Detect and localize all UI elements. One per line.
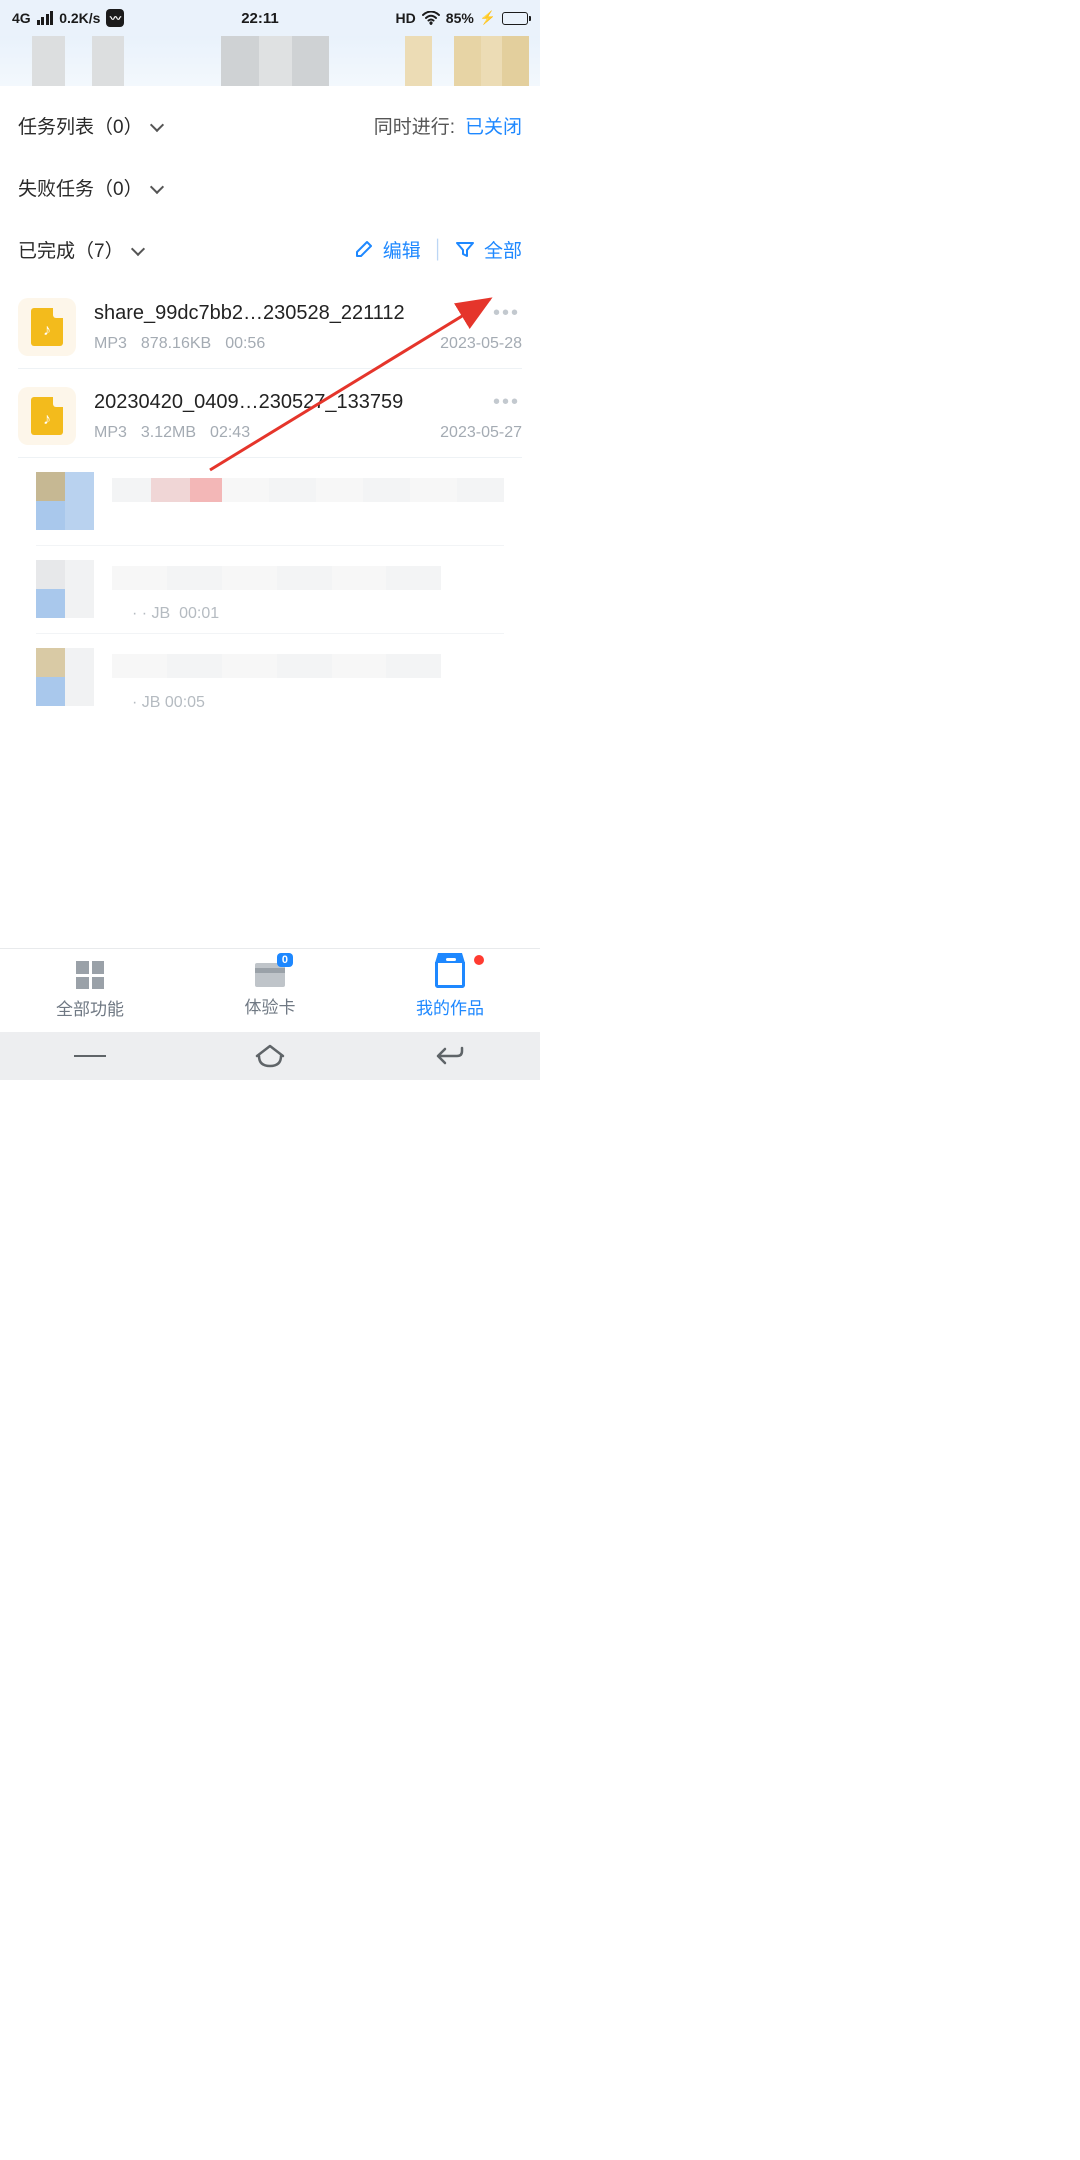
tab-my-works[interactable]: 我的作品 — [360, 949, 540, 1032]
network-type: 4G — [12, 10, 31, 26]
battery-icon — [502, 12, 528, 25]
hd-label: HD — [396, 10, 416, 26]
wifi-icon — [422, 11, 440, 25]
completed-file-list: share_99dc7bb2…230528_221112 MP3 878.16K… — [0, 280, 540, 722]
file-name: 20230420_0409…230527_133759 — [94, 391, 522, 414]
chevron-down-icon — [149, 182, 165, 192]
redacted-file-item: · · JB 00:01 — [36, 546, 504, 634]
file-size: 3.12MB — [141, 424, 196, 442]
nav-back-button[interactable] — [434, 1044, 466, 1068]
android-nav-bar — [0, 1032, 540, 1080]
card-badge: 0 — [277, 953, 293, 967]
audio-file-icon — [18, 298, 76, 356]
nav-home-button[interactable] — [254, 1044, 286, 1068]
file-type: MP3 — [94, 424, 127, 442]
battery-percent: 85% — [446, 10, 474, 26]
card-icon: 0 — [255, 963, 285, 987]
signal-icon — [37, 11, 54, 25]
filter-icon[interactable] — [456, 241, 474, 257]
status-bar: 4G 0.2K/s 〰 22:11 HD 85% ⚡ — [0, 0, 540, 36]
section-task-list[interactable]: 任务列表（0） 同时进行: 已关闭 — [0, 94, 540, 156]
network-speed: 0.2K/s — [59, 10, 100, 26]
nav-recent-button[interactable] — [74, 1044, 106, 1068]
completed-label: 已完成（7） — [18, 236, 124, 263]
more-icon[interactable]: ••• — [489, 298, 524, 329]
works-icon — [435, 962, 465, 988]
failed-label: 失败任务（0） — [18, 174, 143, 201]
file-duration: 02:43 — [210, 424, 250, 442]
file-item[interactable]: share_99dc7bb2…230528_221112 MP3 878.16K… — [18, 280, 522, 369]
more-icon[interactable]: ••• — [489, 387, 524, 418]
concurrent-label: 同时进行: — [374, 112, 455, 139]
tab-all-functions[interactable]: 全部功能 — [0, 949, 180, 1032]
edit-icon[interactable] — [355, 240, 373, 258]
edit-button[interactable]: 编辑 — [383, 236, 421, 263]
file-duration: 00:56 — [225, 335, 265, 353]
task-list-label: 任务列表（0） — [18, 112, 143, 139]
audio-file-icon — [18, 387, 76, 445]
file-date: 2023-05-27 — [440, 424, 522, 442]
file-type: MP3 — [94, 335, 127, 353]
redacted-header — [0, 36, 540, 86]
section-completed[interactable]: 已完成（7） 编辑 │ 全部 — [0, 218, 540, 280]
tab-trial-card[interactable]: 0 体验卡 — [180, 949, 360, 1032]
file-item[interactable]: 20230420_0409…230527_133759 MP3 3.12MB 0… — [18, 369, 522, 458]
chevron-down-icon — [149, 120, 165, 130]
file-size: 878.16KB — [141, 335, 211, 353]
app-indicator-icon: 〰 — [106, 9, 124, 27]
section-failed[interactable]: 失败任务（0） — [0, 156, 540, 218]
grid-icon — [76, 961, 104, 989]
redacted-file-item — [36, 458, 504, 546]
file-date: 2023-05-28 — [440, 335, 522, 353]
filter-button[interactable]: 全部 — [484, 236, 522, 263]
chevron-down-icon — [130, 244, 146, 254]
redacted-file-item: · JB 00:05 — [36, 634, 504, 722]
bottom-tab-bar: 全部功能 0 体验卡 我的作品 — [0, 948, 540, 1032]
file-name: share_99dc7bb2…230528_221112 — [94, 302, 522, 325]
clock: 22:11 — [241, 10, 279, 27]
concurrent-value[interactable]: 已关闭 — [465, 112, 522, 139]
notification-dot-icon — [474, 955, 484, 965]
